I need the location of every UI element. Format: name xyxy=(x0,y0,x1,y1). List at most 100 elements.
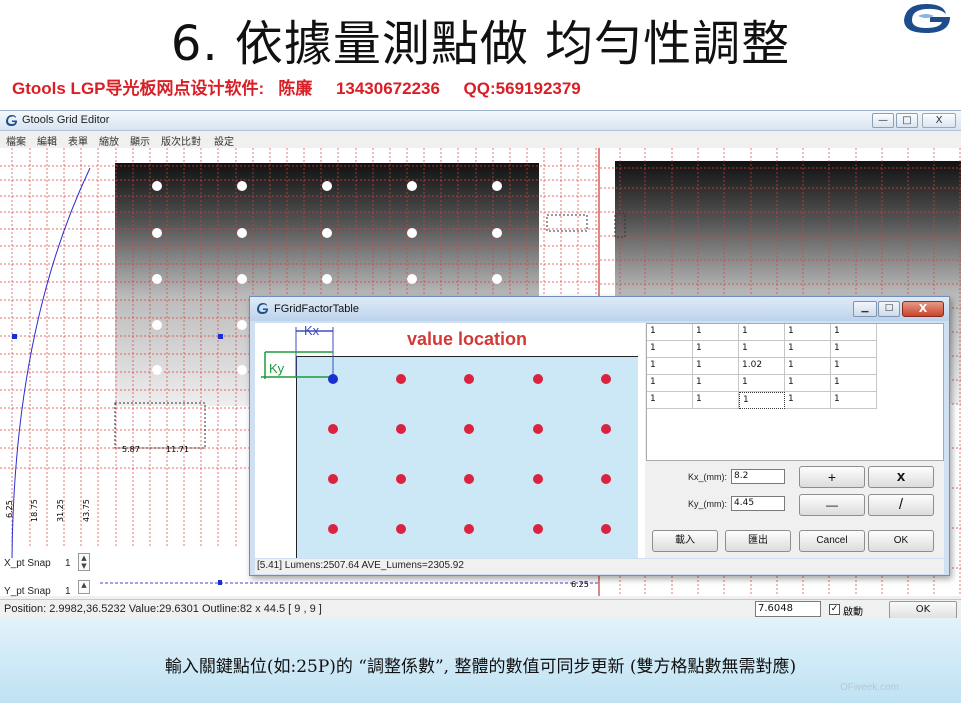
grid-dot xyxy=(533,424,543,434)
table-cell[interactable]: 1 xyxy=(739,375,785,392)
grid-dot xyxy=(328,424,338,434)
ky-input[interactable]: 4.45 xyxy=(731,496,785,511)
table-cell[interactable]: 1 xyxy=(785,358,831,375)
enable-checkbox-label: 啟動 xyxy=(843,607,863,618)
export-button[interactable]: 匯出 xyxy=(725,530,791,552)
table-cell[interactable]: 1 xyxy=(785,341,831,358)
table-cell[interactable]: 1 xyxy=(739,392,785,409)
enable-checkbox[interactable]: ✓ xyxy=(829,604,840,615)
grid-dot xyxy=(601,374,611,384)
add-button[interactable]: + xyxy=(799,466,865,488)
table-cell[interactable]: 1 xyxy=(693,392,739,409)
dialog-close-button[interactable]: X xyxy=(902,301,944,317)
dialog-minimize-button[interactable]: ▁ xyxy=(853,301,877,317)
y-snap-spinner[interactable]: ▲ xyxy=(78,580,90,594)
panel-dot xyxy=(237,228,247,238)
status-ok-button[interactable]: OK xyxy=(889,601,957,619)
table-cell[interactable]: 1 xyxy=(647,341,693,358)
maximize-button[interactable]: □ xyxy=(896,113,918,128)
subtract-button[interactable]: — xyxy=(799,494,865,516)
table-cell[interactable]: 1 xyxy=(785,324,831,341)
table-cell[interactable]: 1 xyxy=(831,341,877,358)
table-cell[interactable]: 1 xyxy=(831,324,877,341)
panel-dot xyxy=(492,228,502,238)
menu-zoom[interactable]: 縮放 xyxy=(99,133,119,148)
ky-label: Ky_(mm): xyxy=(688,499,727,509)
ruler-label: 31.25 xyxy=(56,499,65,522)
panel-dot xyxy=(152,320,162,330)
factor-grid-canvas[interactable]: value location Kx Ky xyxy=(255,323,645,558)
x-snap-value: 1 xyxy=(65,558,71,569)
ruler-label: 43.75 xyxy=(82,499,91,522)
app-logo-icon xyxy=(6,115,17,126)
table-cell[interactable]: 1 xyxy=(739,324,785,341)
profile-marker xyxy=(12,334,17,339)
table-cell[interactable]: 1 xyxy=(647,375,693,392)
grid-dot xyxy=(601,524,611,534)
import-button[interactable]: 載入 xyxy=(652,530,718,552)
grid-dot xyxy=(464,424,474,434)
table-cell[interactable]: 1 xyxy=(693,324,739,341)
company-logo-icon xyxy=(904,4,950,33)
status-value-input[interactable]: 7.6048 xyxy=(755,601,821,617)
profile-marker xyxy=(218,334,223,339)
y-snap-label: Y_pt Snap xyxy=(4,586,51,597)
grid-dot xyxy=(533,374,543,384)
table-cell[interactable]: 1 xyxy=(785,375,831,392)
dialog-app-icon xyxy=(257,303,268,314)
menu-form[interactable]: 表單 xyxy=(68,133,88,148)
dialog-maximize-button[interactable]: □ xyxy=(878,301,900,317)
panel-dot xyxy=(407,181,417,191)
window-titlebar: Gtools Grid Editor — □ X xyxy=(0,111,961,131)
value-location-label: value location xyxy=(407,329,528,349)
table-cell[interactable]: 1 xyxy=(647,392,693,409)
outline-marker xyxy=(546,214,588,232)
status-bar: Position: 2.9982,36.5232 Value:29.6301 O… xyxy=(0,599,961,619)
panel-dot xyxy=(322,181,332,191)
cancel-button[interactable]: Cancel xyxy=(799,530,865,552)
kx-tag: Kx xyxy=(304,323,320,338)
table-cell[interactable]: 1 xyxy=(693,358,739,375)
panel-dot xyxy=(492,181,502,191)
dialog-titlebar: FGridFactorTable ▁ □ X xyxy=(250,297,949,321)
table-cell[interactable]: 1 xyxy=(831,392,877,409)
grid-dot xyxy=(328,524,338,534)
slide-caption: 輸入關鍵點位(如:25P)的 “調整係數”, 整體的數值可同步更新 (雙方格點數… xyxy=(164,657,797,677)
panel-dot xyxy=(237,320,247,330)
x-snap-label: X_pt Snap xyxy=(4,558,51,569)
multiply-button[interactable]: x xyxy=(868,466,934,488)
menu-file[interactable]: 檔案 xyxy=(6,133,26,148)
outline-marker xyxy=(114,402,206,449)
kx-input[interactable]: 8.2 xyxy=(731,469,785,484)
ruler-label: 6.25 xyxy=(5,500,14,518)
grid-dot xyxy=(533,524,543,534)
table-cell[interactable]: 1 xyxy=(831,358,877,375)
table-cell[interactable]: 1 xyxy=(693,341,739,358)
dialog-status-bar: [5.41] Lumens:2507.64 AVE_Lumens=2305.92 xyxy=(255,559,944,574)
close-button[interactable]: X xyxy=(922,113,956,128)
dimension-label: 6.25 xyxy=(571,580,589,589)
dialog-ok-button[interactable]: OK xyxy=(868,530,934,552)
table-cell[interactable]: 1 xyxy=(739,341,785,358)
watermark-text: OFweek.com xyxy=(840,682,899,693)
x-snap-spinner[interactable]: ▲ ▼ xyxy=(78,553,90,571)
table-cell[interactable]: 1 xyxy=(831,375,877,392)
menu-version-compare[interactable]: 版次比對 xyxy=(161,133,201,148)
table-cell[interactable]: 1.02 xyxy=(739,358,785,375)
table-cell[interactable]: 1 xyxy=(785,392,831,409)
menu-settings[interactable]: 設定 xyxy=(214,133,234,148)
table-cell[interactable]: 1 xyxy=(693,375,739,392)
profile-curve xyxy=(11,167,91,559)
panel-dot xyxy=(152,228,162,238)
table-cell[interactable]: 1 xyxy=(647,324,693,341)
menu-view[interactable]: 顯示 xyxy=(130,133,150,148)
minimize-button[interactable]: — xyxy=(872,113,894,128)
grid-dot xyxy=(601,474,611,484)
factor-table[interactable]: 1 1 1 1 1 1 1 1 1 1 1 1 1.02 1 1 1 1 1 1 1 1 1 1 1 1 xyxy=(646,323,944,461)
table-cell[interactable]: 1 xyxy=(647,358,693,375)
menu-edit[interactable]: 編輯 xyxy=(37,133,57,148)
position-readout: Position: 2.9982,36.5232 Value:29.6301 O… xyxy=(4,603,322,615)
panel-dot xyxy=(407,228,417,238)
divide-button[interactable]: / xyxy=(868,494,934,516)
ky-tag: Ky xyxy=(269,361,285,376)
